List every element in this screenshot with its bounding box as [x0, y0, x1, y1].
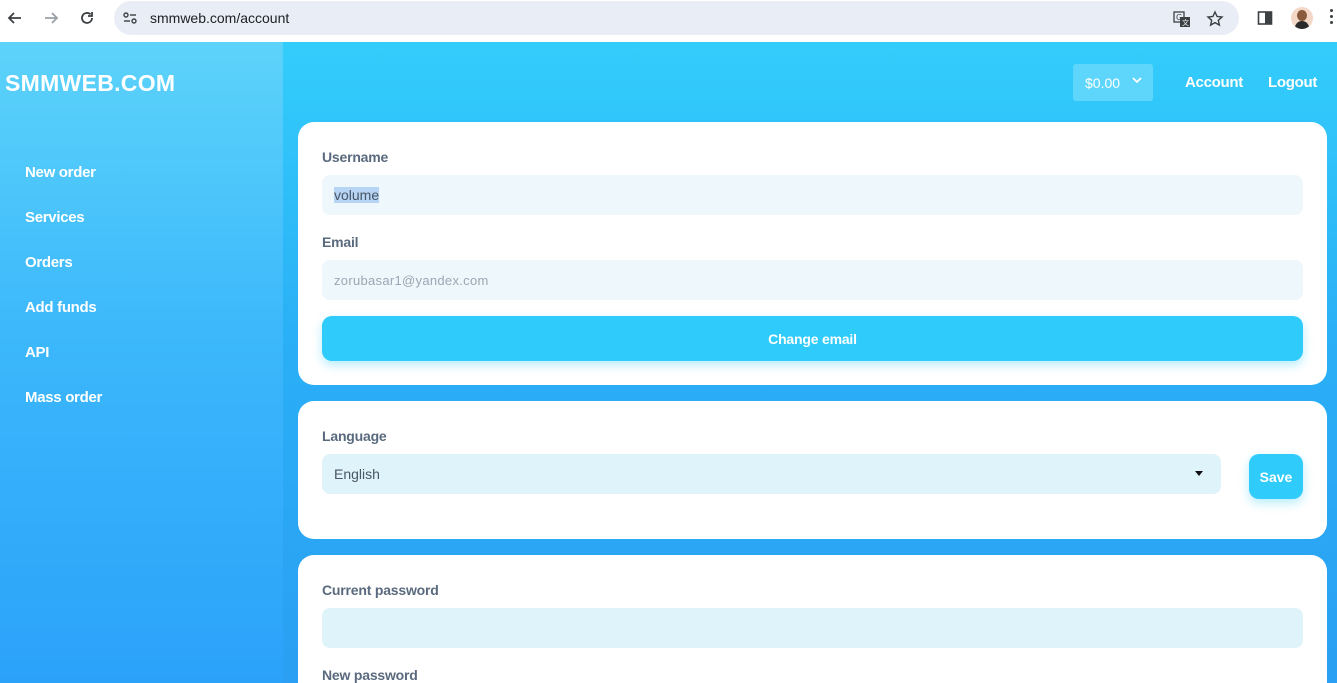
balance-value: $0.00 — [1085, 74, 1121, 91]
profile-avatar[interactable] — [1291, 7, 1313, 29]
account-link[interactable]: Account — [1185, 74, 1243, 91]
sidebar-item-api[interactable]: API — [25, 344, 49, 361]
browser-toolbar: smmweb.com/account G文 — [0, 0, 1337, 42]
language-label: Language — [322, 428, 387, 444]
username-value: volume — [334, 187, 380, 203]
back-arrow-icon[interactable] — [4, 7, 26, 29]
email-field[interactable]: zorubasar1@yandex.com — [322, 260, 1303, 300]
username-label: Username — [322, 149, 389, 165]
sidebar: SMMWEB.COM New order Services Orders Add… — [0, 42, 283, 683]
sidebar-item-new-order[interactable]: New order — [25, 164, 96, 181]
main-content: $0.00 Account Logout Username volume Ema… — [283, 42, 1337, 683]
sidebar-item-add-funds[interactable]: Add funds — [25, 299, 97, 316]
bookmark-star-icon[interactable] — [1205, 9, 1225, 29]
site-settings-icon[interactable] — [122, 10, 138, 26]
current-password-field[interactable] — [322, 608, 1303, 648]
email-label: Email — [322, 234, 359, 250]
new-password-label: New password — [322, 667, 418, 683]
caret-down-icon — [1195, 471, 1203, 476]
language-card: Language English Save — [298, 401, 1327, 539]
change-email-button[interactable]: Change email — [322, 316, 1303, 361]
menu-kebab-icon[interactable] — [1330, 9, 1334, 27]
translate-icon[interactable]: G文 — [1172, 9, 1192, 29]
url-text[interactable]: smmweb.com/account — [150, 10, 289, 26]
side-panel-icon[interactable] — [1255, 8, 1275, 28]
address-bar[interactable]: smmweb.com/account G文 — [114, 1, 1239, 35]
current-password-label: Current password — [322, 582, 439, 598]
logout-link[interactable]: Logout — [1268, 74, 1317, 91]
balance-dropdown[interactable]: $0.00 — [1073, 64, 1153, 101]
chevron-down-icon — [1132, 77, 1142, 84]
language-select[interactable]: English — [322, 454, 1221, 494]
brand-logo[interactable]: SMMWEB.COM — [5, 70, 175, 97]
reload-icon[interactable] — [76, 7, 98, 29]
language-value: English — [334, 466, 380, 482]
sidebar-item-mass-order[interactable]: Mass order — [25, 389, 102, 406]
username-field[interactable]: volume — [322, 175, 1303, 215]
sidebar-item-orders[interactable]: Orders — [25, 254, 73, 271]
password-card: Current password New password — [298, 555, 1327, 683]
svg-text:文: 文 — [1182, 18, 1189, 27]
sidebar-item-services[interactable]: Services — [25, 209, 85, 226]
account-card: Username volume Email zorubasar1@yandex.… — [298, 122, 1327, 385]
save-button[interactable]: Save — [1249, 454, 1303, 499]
forward-arrow-icon[interactable] — [40, 7, 62, 29]
